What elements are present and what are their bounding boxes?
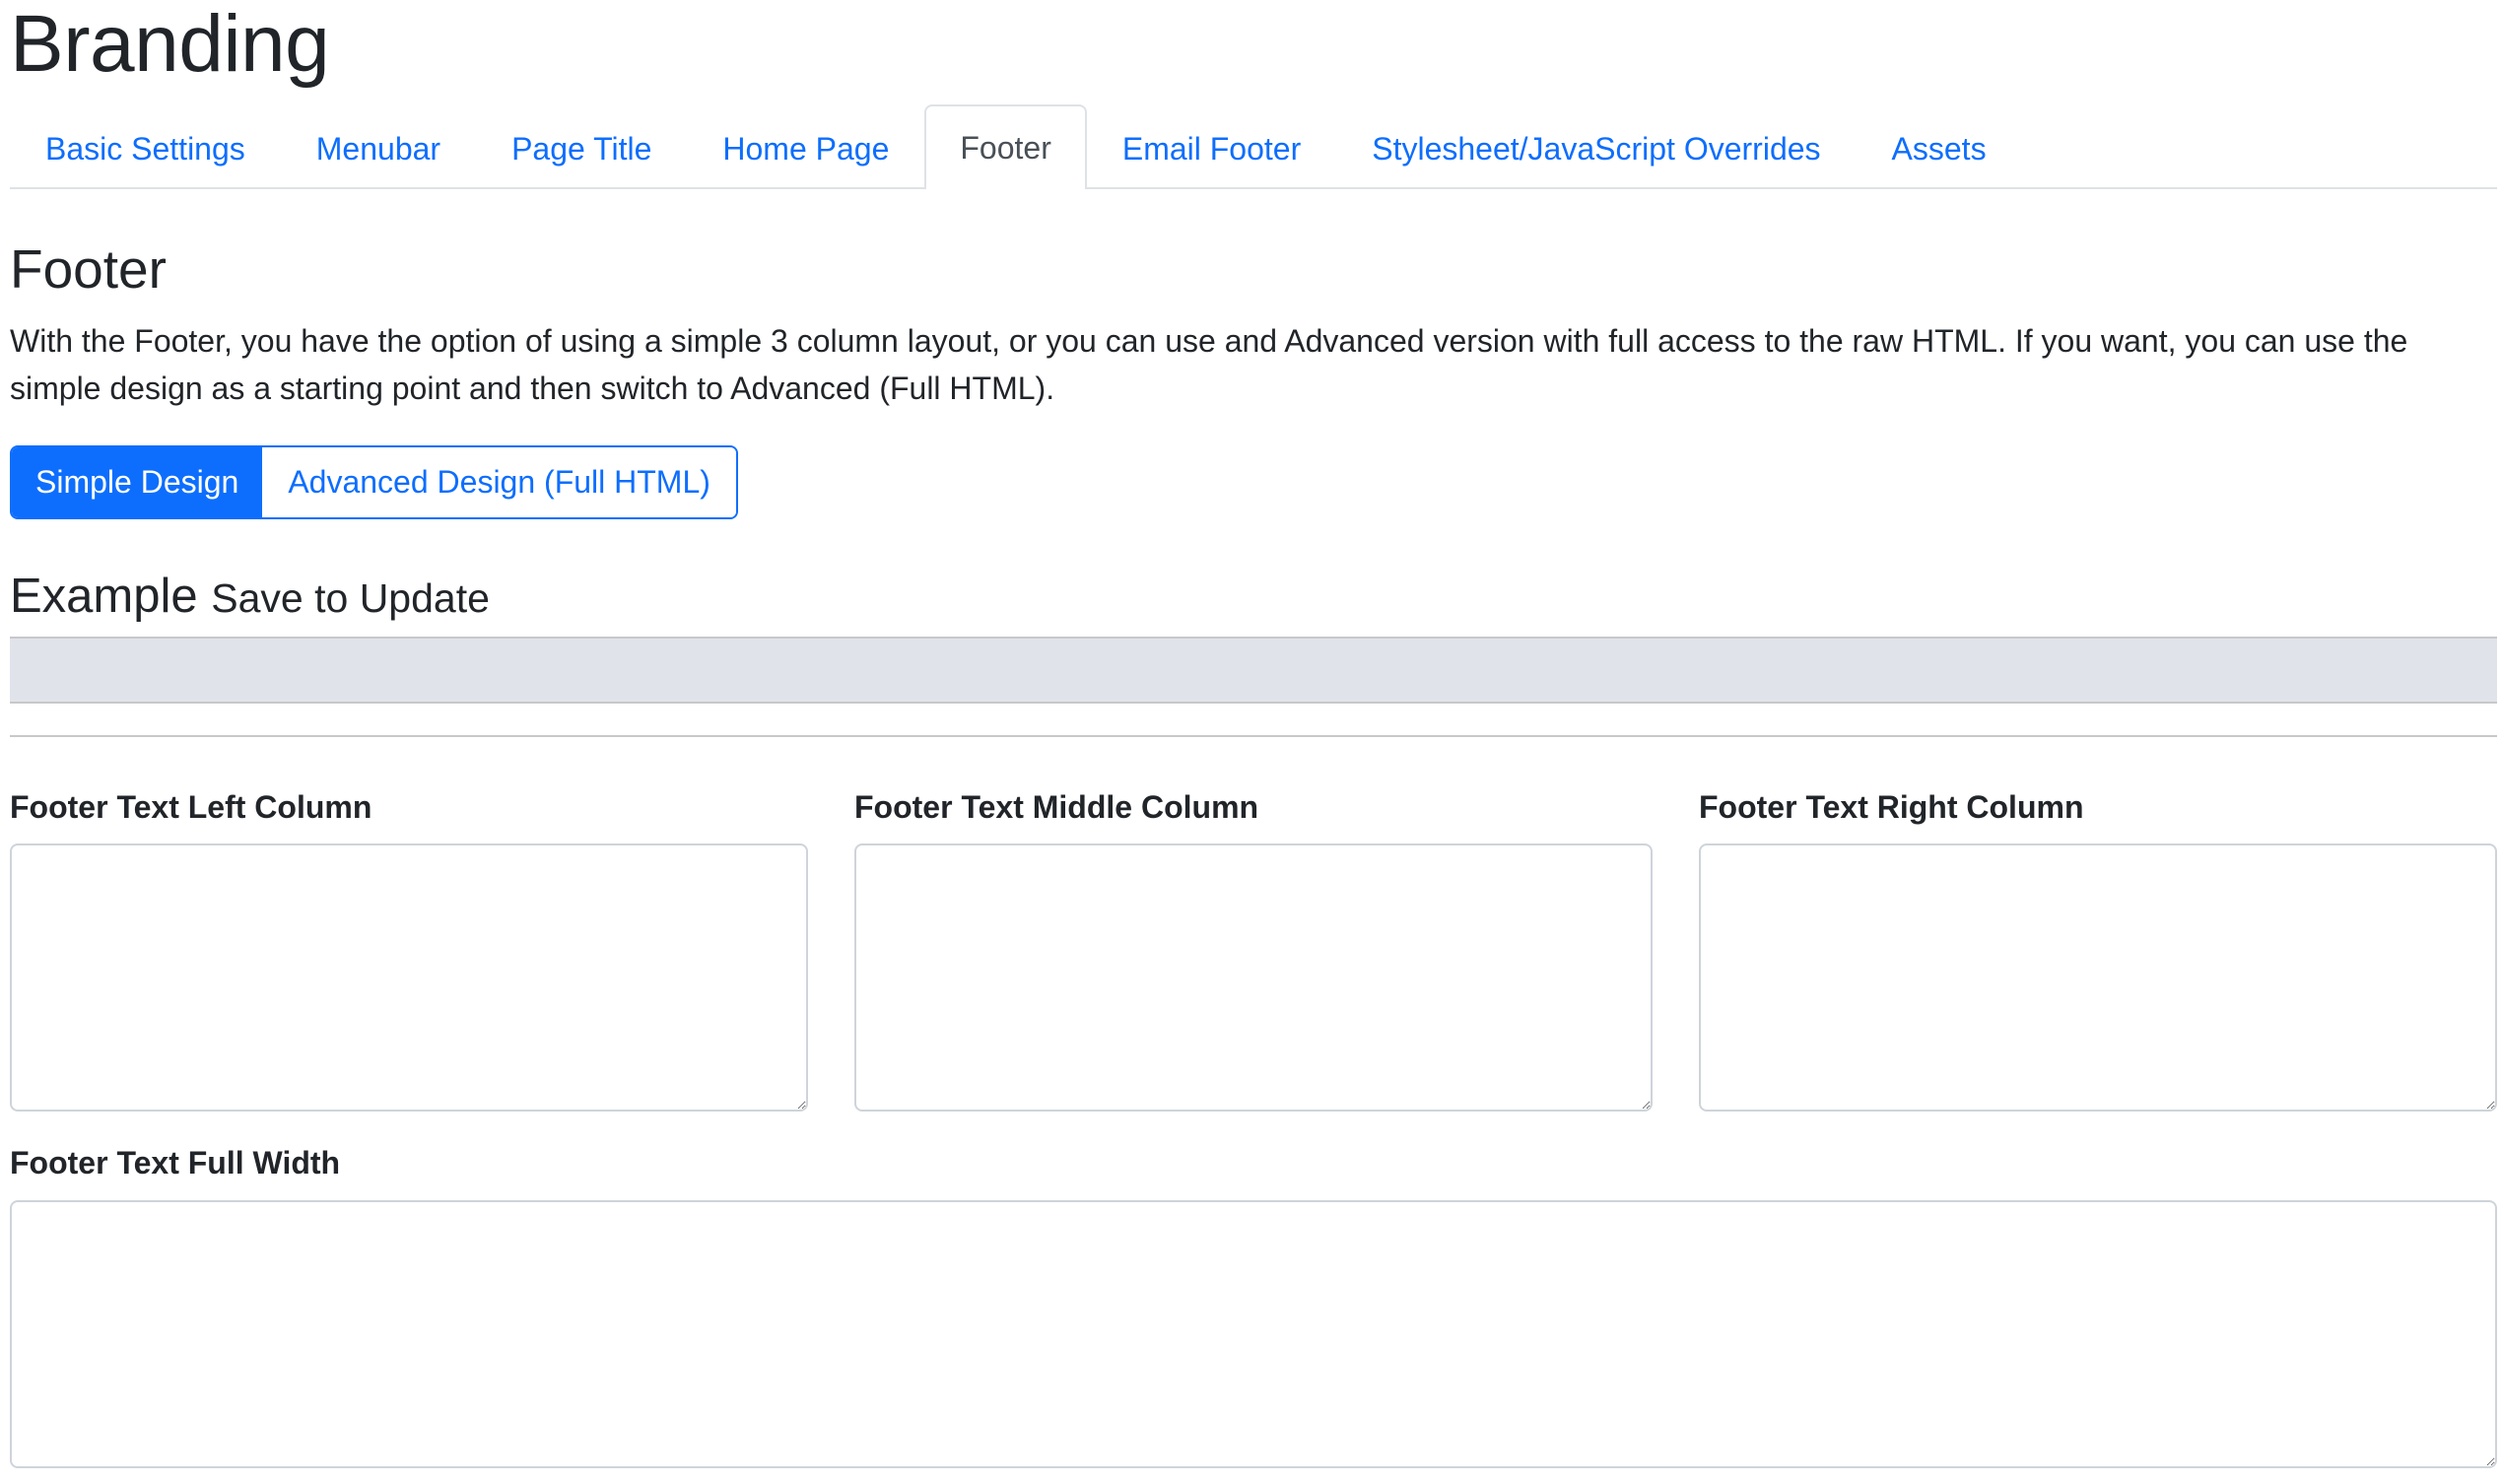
page-title: Branding	[10, 0, 330, 89]
example-heading: Example Save to Update	[10, 564, 490, 631]
branding-tabs: Basic Settings Menubar Page Title Home P…	[10, 104, 2497, 189]
simple-design-button[interactable]: Simple Design	[12, 447, 263, 517]
tab-assets[interactable]: Assets	[1857, 106, 2022, 189]
design-mode-toggle: Simple Design Advanced Design (Full HTML…	[10, 445, 738, 519]
left-column-label: Footer Text Left Column	[10, 789, 372, 825]
tab-menubar[interactable]: Menubar	[281, 106, 476, 189]
example-subheading: Save to Update	[211, 575, 490, 621]
right-column-label: Footer Text Right Column	[1699, 789, 2084, 825]
full-width-label: Footer Text Full Width	[10, 1145, 341, 1180]
tab-home-page[interactable]: Home Page	[687, 106, 924, 189]
middle-column-textarea[interactable]	[854, 843, 1653, 1112]
tab-page-title[interactable]: Page Title	[476, 106, 687, 189]
left-column-textarea[interactable]	[10, 843, 808, 1112]
tab-stylesheet-javascript-overrides[interactable]: Stylesheet/JavaScript Overrides	[1336, 106, 1856, 189]
tab-email-footer[interactable]: Email Footer	[1087, 106, 1336, 189]
advanced-design-button[interactable]: Advanced Design (Full HTML)	[262, 447, 736, 517]
section-description: With the Footer, you have the option of …	[10, 323, 2408, 406]
full-width-textarea[interactable]	[10, 1200, 2497, 1468]
middle-column-label: Footer Text Middle Column	[854, 789, 1259, 825]
section-title: Footer	[10, 238, 167, 300]
section-divider	[10, 735, 2497, 737]
footer-example-preview	[10, 637, 2497, 704]
example-heading-text: Example	[10, 570, 198, 623]
tab-footer[interactable]: Footer	[924, 104, 1087, 189]
right-column-textarea[interactable]	[1699, 843, 2497, 1112]
tab-basic-settings[interactable]: Basic Settings	[10, 106, 281, 189]
